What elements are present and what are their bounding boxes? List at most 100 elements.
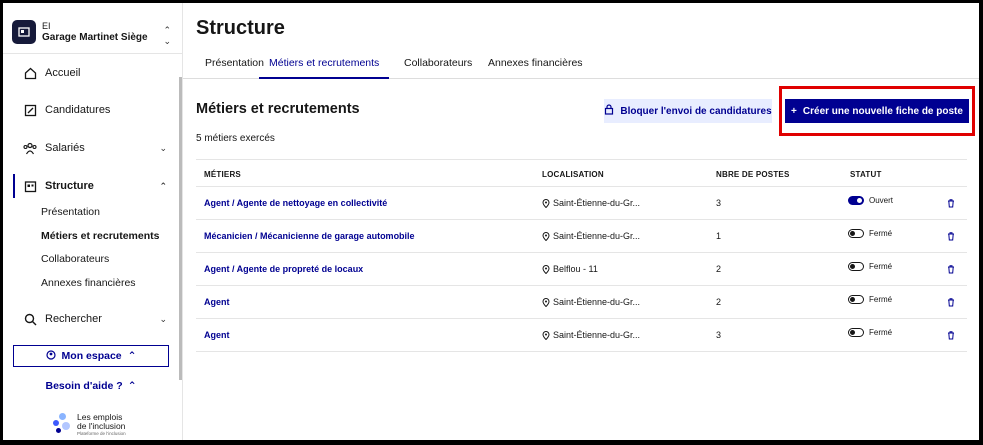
divider <box>3 53 183 54</box>
sidebar-item-label: Candidatures <box>45 104 111 116</box>
location-cell: Belflou - 11 <box>542 264 598 274</box>
user-icon <box>45 349 56 363</box>
job-link[interactable]: Agent / Agente de propreté de locaux <box>204 264 363 274</box>
location-pin-icon <box>542 297 550 307</box>
location-cell: Saint-Étienne-du-Gr... <box>542 198 640 208</box>
mon-espace-button[interactable]: Mon espace ⌃ <box>13 345 169 367</box>
brand-dots-icon <box>53 413 73 435</box>
org-switcher[interactable]: EI Garage Martinet Siège ⌃ ⌄ <box>12 16 177 48</box>
tab-metiers[interactable]: Métiers et recrutements <box>259 57 390 79</box>
sidebar-subitem-annexes[interactable]: Annexes financières <box>41 277 136 289</box>
sidebar-item-accueil[interactable]: Accueil <box>13 61 173 85</box>
job-link[interactable]: Agent / Agente de nettoyage en collectiv… <box>204 198 387 208</box>
tab-collaborateurs[interactable]: Collaborateurs <box>404 57 472 79</box>
status-cell: Ouvert <box>848 196 893 205</box>
status-label: Fermé <box>869 229 893 238</box>
chevron-up-icon: ⌃ <box>159 180 167 191</box>
status-label: Fermé <box>869 262 893 271</box>
status-toggle[interactable] <box>848 295 864 304</box>
location-cell: Saint-Étienne-du-Gr... <box>542 330 640 340</box>
positions-count: 2 <box>716 297 722 307</box>
sidebar-subitem-collaborateurs[interactable]: Collaborateurs <box>41 253 109 265</box>
lock-icon <box>604 104 614 118</box>
location-text: Saint-Étienne-du-Gr... <box>553 231 641 241</box>
status-cell: Fermé <box>848 229 892 238</box>
sidebar-item-label: Structure <box>45 180 94 192</box>
location-cell: Saint-Étienne-du-Gr... <box>542 231 640 241</box>
block-applications-button[interactable]: Bloquer l'envoi de candidatures <box>604 99 772 123</box>
location-pin-icon <box>542 231 550 241</box>
sidebar-item-label: Salariés <box>45 142 85 154</box>
status-label: Fermé <box>869 295 893 304</box>
trash-icon[interactable] <box>946 231 956 241</box>
job-link[interactable]: Mécanicien / Mécanicienne de garage auto… <box>204 231 415 241</box>
table-header: MÉTIERS LOCALISATION NBRE DE POSTES STAT… <box>196 159 967 187</box>
brand-tagline: Plateforme de l'inclusion <box>77 431 126 436</box>
job-link[interactable]: Agent <box>204 330 230 340</box>
status-toggle[interactable] <box>848 229 864 238</box>
tab-bar: Présentation Métiers et recrutements Col… <box>183 51 979 79</box>
building-icon <box>23 179 37 193</box>
positions-count: 3 <box>716 198 722 208</box>
trash-icon[interactable] <box>946 330 956 340</box>
main-content: Structure Présentation Métiers et recrut… <box>183 3 979 440</box>
org-logo-icon <box>12 20 36 44</box>
edit-document-icon <box>23 103 37 117</box>
status-cell: Fermé <box>848 262 892 271</box>
status-label: Fermé <box>869 328 893 337</box>
positions-count: 1 <box>716 231 722 241</box>
table-row: Agent / Agente de propreté de locaux Bel… <box>196 253 967 286</box>
sidebar-subitem-metiers[interactable]: Métiers et recrutements <box>41 230 159 242</box>
table-row: Agent Saint-Étienne-du-Gr... 3 Fermé <box>196 319 967 352</box>
trash-icon[interactable] <box>946 297 956 307</box>
location-text: Saint-Étienne-du-Gr... <box>553 297 641 307</box>
sidebar-item-label: Rechercher <box>45 313 102 325</box>
table-row: Agent Saint-Étienne-du-Gr... 2 Fermé <box>196 286 967 319</box>
section-title: Métiers et recrutements <box>196 101 360 117</box>
location-pin-icon <box>542 198 550 208</box>
trash-icon[interactable] <box>946 198 956 208</box>
table-row: Mécanicien / Mécanicienne de garage auto… <box>196 220 967 253</box>
tab-presentation[interactable]: Présentation <box>205 57 264 79</box>
sidebar-scrollbar[interactable] <box>179 77 182 380</box>
jobs-table: MÉTIERS LOCALISATION NBRE DE POSTES STAT… <box>196 159 967 352</box>
status-toggle[interactable] <box>848 262 864 271</box>
status-cell: Fermé <box>848 295 892 304</box>
search-icon <box>23 312 37 326</box>
create-job-button[interactable]: + Créer une nouvelle fiche de poste <box>785 99 969 123</box>
plus-icon: + <box>791 105 797 117</box>
sidebar-item-rechercher[interactable]: Rechercher ⌄ <box>13 307 173 331</box>
location-text: Saint-Étienne-du-Gr... <box>553 330 641 340</box>
column-header-metiers: MÉTIERS <box>204 170 241 179</box>
tab-annexes[interactable]: Annexes financières <box>488 57 583 79</box>
sidebar-item-salaries[interactable]: Salariés ⌄ <box>13 136 173 160</box>
trash-icon[interactable] <box>946 264 956 274</box>
app-window: EI Garage Martinet Siège ⌃ ⌄ Accueil Cand… <box>3 3 979 440</box>
status-toggle[interactable] <box>848 328 864 337</box>
positions-count: 2 <box>716 264 722 274</box>
location-pin-icon <box>542 330 550 340</box>
positions-count: 3 <box>716 330 722 340</box>
chevron-down-icon: ⌄ <box>159 142 167 153</box>
sidebar-item-label: Accueil <box>45 67 81 79</box>
column-header-postes: NBRE DE POSTES <box>716 170 790 179</box>
help-button[interactable]: Besoin d'aide ? ⌃ <box>13 377 169 395</box>
sidebar-item-structure[interactable]: Structure ⌃ <box>13 174 173 198</box>
job-link[interactable]: Agent <box>204 297 230 307</box>
jobs-count: 5 métiers exercés <box>196 133 275 144</box>
sidebar: EI Garage Martinet Siège ⌃ ⌄ Accueil Cand… <box>3 3 183 440</box>
org-name: Garage Martinet Siège <box>42 32 148 43</box>
brand-line2: de l'inclusion <box>77 421 126 431</box>
chevron-updown-icon: ⌃ ⌄ <box>163 25 171 46</box>
table-row: Agent / Agente de nettoyage en collectiv… <box>196 187 967 220</box>
org-type: EI <box>42 21 51 31</box>
sidebar-item-candidatures[interactable]: Candidatures <box>13 98 173 122</box>
team-icon <box>23 141 37 155</box>
sidebar-subitem-presentation[interactable]: Présentation <box>41 206 100 218</box>
column-header-localisation: LOCALISATION <box>542 170 604 179</box>
location-cell: Saint-Étienne-du-Gr... <box>542 297 640 307</box>
help-label: Besoin d'aide ? <box>45 380 123 392</box>
chevron-up-icon: ⌃ <box>127 350 137 362</box>
column-header-statut: STATUT <box>850 170 882 179</box>
status-toggle[interactable] <box>848 196 864 205</box>
